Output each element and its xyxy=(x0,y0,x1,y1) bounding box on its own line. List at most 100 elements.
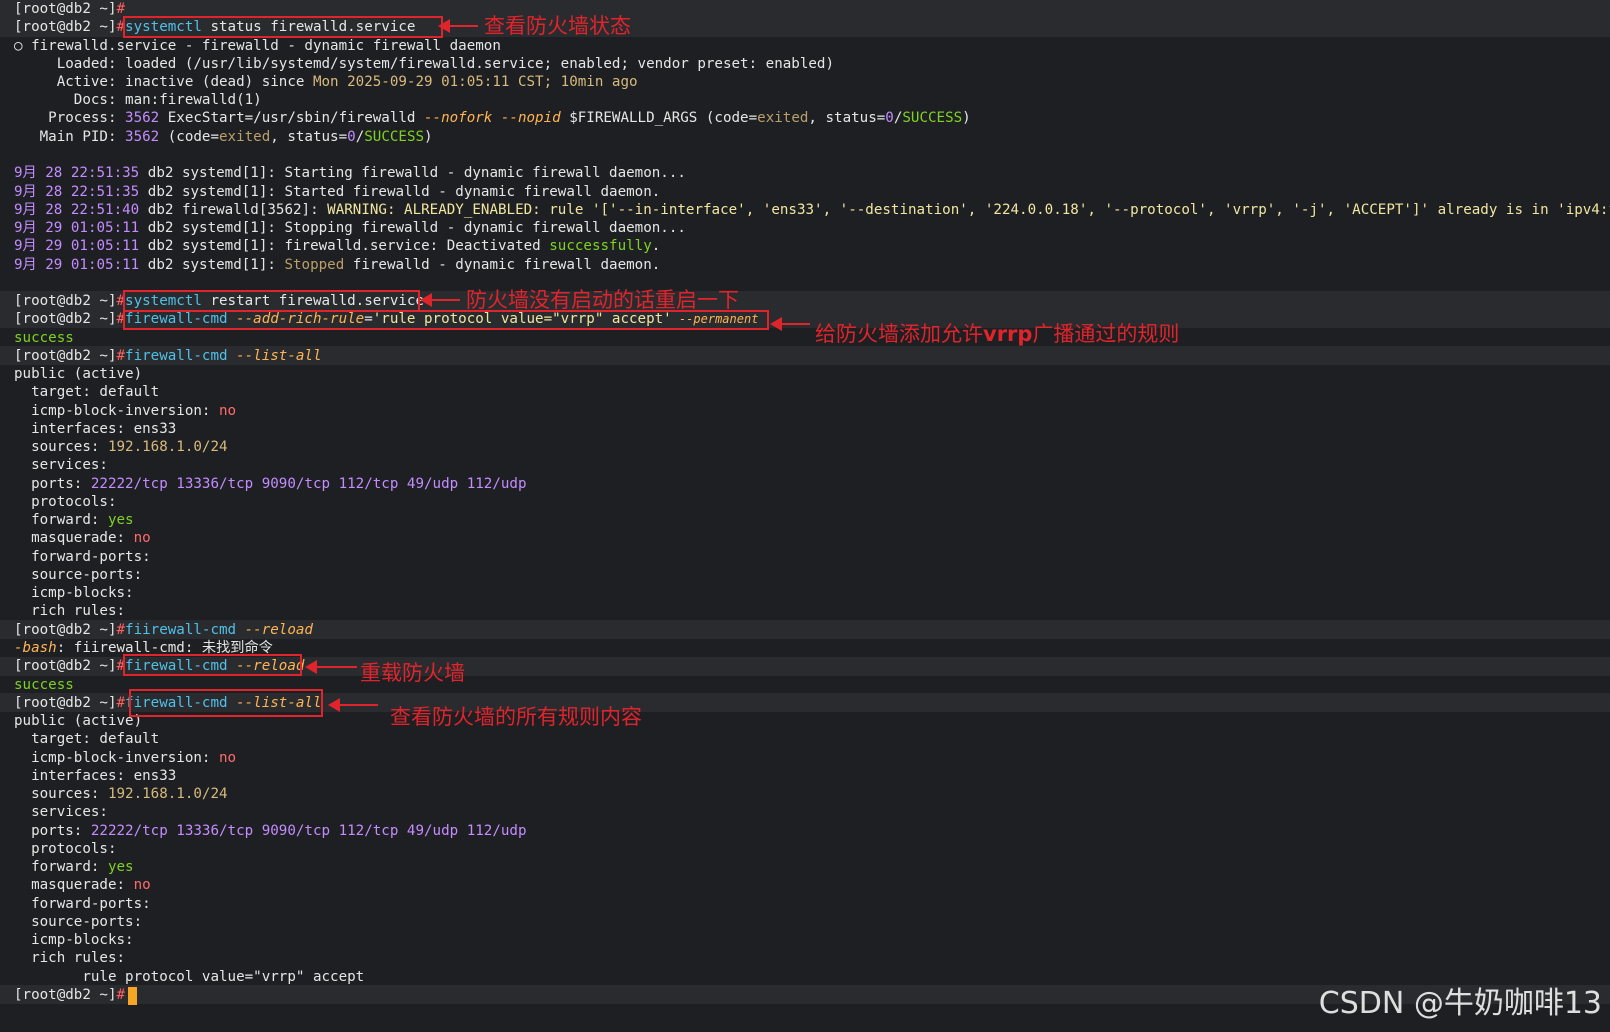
annotation-reload: 重载防火墙 xyxy=(360,661,465,685)
journal-stopped: Stopped xyxy=(284,257,345,273)
prompt: [root@db2 ~] xyxy=(14,622,117,638)
zone-sources: sources: 192.168.1.0/24 xyxy=(14,438,228,457)
ports-list: 22222/tcp 13336/tcp 9090/tcp 112/tcp 49/… xyxy=(90,476,527,492)
journal-text: firewalld - dynamic firewall daemon. xyxy=(344,257,661,273)
text-cursor[interactable] xyxy=(128,987,137,1005)
zone-services: services: xyxy=(14,457,108,473)
text: Main PID: xyxy=(14,129,126,145)
prompt-hash: # xyxy=(116,695,126,711)
highlight-box xyxy=(123,290,420,312)
status-code: 0 xyxy=(347,129,356,145)
status-mainpid: Main PID: 3562 (code=exited, status=0/SU… xyxy=(14,128,433,147)
watermark: CSDN @牛奶咖啡13 xyxy=(1318,986,1602,1021)
text: forward: xyxy=(14,512,108,528)
zone-protocols: protocols: xyxy=(14,494,117,510)
pid: 3562 xyxy=(125,110,160,126)
prompt: [root@db2 ~] xyxy=(14,695,117,711)
zone-masquerade: masquerade: no xyxy=(14,876,151,895)
status-success: SUCCESS xyxy=(364,129,425,145)
annotation-text: 广播通过的规则 xyxy=(1032,322,1180,346)
source-cidr: 192.168.1.0/24 xyxy=(107,439,228,455)
zone-protocols: protocols: xyxy=(14,841,117,857)
status-active: Active: inactive (dead) since Mon 2025-0… xyxy=(14,73,638,92)
text: / xyxy=(355,129,365,145)
command-name: firewall-cmd xyxy=(125,348,228,364)
text: ports: xyxy=(14,823,91,839)
annotation-add-rule: 给防火墙添加允许vrrp广播通过的规则 xyxy=(815,322,1179,346)
journal-line: 9月 28 22:51:40 db2 firewalld[3562]: WARN… xyxy=(14,201,1610,220)
zone-source-ports: source-ports: xyxy=(14,567,143,583)
text: $FIREWALLD_ARGS (code= xyxy=(560,110,758,126)
prompt: [root@db2 ~] xyxy=(14,19,117,35)
ports-list: 22222/tcp 13336/tcp 9090/tcp 112/tcp 49/… xyxy=(90,823,527,839)
zone-forward: forward: yes xyxy=(14,858,134,877)
arrow-icon xyxy=(438,19,478,33)
arrow-icon xyxy=(420,293,460,307)
text: forward: xyxy=(14,859,108,875)
highlight-box xyxy=(129,689,323,717)
text: ports: xyxy=(14,476,91,492)
prompt-hash: # xyxy=(116,987,126,1003)
zone-icmp-blocks: icmp-blocks: xyxy=(14,585,134,601)
journal-text: . xyxy=(651,238,661,254)
value-yes: yes xyxy=(107,512,134,528)
journal-time: 9月 29 01:05:11 xyxy=(14,257,140,273)
status-active-time: Mon 2025-09-29 01:05:11 CST; 10min ago xyxy=(312,74,638,90)
journal-line: 9月 29 01:05:11 db2 systemd[1]: Stopped f… xyxy=(14,256,660,275)
text: , status= xyxy=(808,110,886,126)
status-active-label: Active: inactive (dead) since xyxy=(14,74,313,90)
status-docs: Docs: man:firewalld(1) xyxy=(14,92,262,108)
journal-text: db2 systemd[1]: xyxy=(139,257,285,273)
exit-code: exited xyxy=(219,129,271,145)
command-output-success: success xyxy=(14,330,74,346)
journal-time: 9月 29 01:05:11 xyxy=(14,220,140,236)
journal-line: 9月 29 01:05:11 db2 systemd[1]: firewalld… xyxy=(14,237,660,256)
annotation-check-status: 查看防火墙状态 xyxy=(484,14,631,38)
zone-forward-ports: forward-ports: xyxy=(14,549,151,565)
arrow-icon xyxy=(305,660,357,674)
journal-line: 9月 28 22:51:35 db2 systemd[1]: Starting … xyxy=(14,164,686,183)
text: ExecStart=/usr/sbin/firewalld xyxy=(159,110,425,126)
zone-ports: ports: 22222/tcp 13336/tcp 9090/tcp 112/… xyxy=(14,822,527,841)
zone-header: public (active) xyxy=(14,365,142,384)
text: (code= xyxy=(159,129,220,145)
text: masquerade: xyxy=(14,877,134,893)
zone-interfaces: interfaces: ens33 xyxy=(14,421,177,437)
zone-header: public (active) xyxy=(14,712,142,731)
status-code: 0 xyxy=(885,110,894,126)
prompt: [root@db2 ~] xyxy=(14,293,117,309)
value-no: no xyxy=(133,530,151,546)
zone-sources: sources: 192.168.1.0/24 xyxy=(14,785,228,804)
terminal-line: [root@db2 ~]# xyxy=(14,986,125,1005)
zone-rich-rules: rich rules: xyxy=(14,603,126,619)
terminal-line: [root@db2 ~]# xyxy=(14,0,125,19)
text: ) xyxy=(424,129,433,145)
text: Process: xyxy=(14,110,126,126)
journal-time: 9月 28 22:51:35 xyxy=(14,184,140,200)
source-cidr: 192.168.1.0/24 xyxy=(107,786,228,802)
zone-forward-ports: forward-ports: xyxy=(14,896,151,912)
zone-target: target: default xyxy=(14,731,160,747)
arrow-icon xyxy=(328,698,378,712)
prompt: [root@db2 ~] xyxy=(14,348,117,364)
shell-name: -bash xyxy=(14,640,57,656)
journal-text: db2 systemd[1]: Starting firewalld - dyn… xyxy=(139,165,686,181)
zone-icmp-blocks: icmp-blocks: xyxy=(14,932,134,948)
option: --nofork --nopid xyxy=(424,110,561,126)
command-option: --list-all xyxy=(227,348,322,364)
zone-icmp-inversion: icmp-block-inversion: no xyxy=(14,749,236,768)
journal-time: 9月 29 01:05:11 xyxy=(14,238,140,254)
annotation-text: 给防火墙添加允许 xyxy=(815,322,983,346)
terminal-line: [root@db2 ~]#firewall-cmd --list-all xyxy=(14,347,322,366)
command-name: fiirewall-cmd xyxy=(125,622,237,638)
zone-forward: forward: yes xyxy=(14,511,134,530)
text: sources: xyxy=(14,786,108,802)
journal-text: db2 systemd[1]: Started firewalld - dyna… xyxy=(139,184,661,200)
status-success: SUCCESS xyxy=(902,110,963,126)
value-no: no xyxy=(219,403,237,419)
highlight-box xyxy=(123,654,302,676)
status-loaded: Loaded: loaded (/usr/lib/systemd/system/… xyxy=(14,56,834,72)
terminal-window[interactable]: [root@db2 ~]# [root@db2 ~]#systemctl sta… xyxy=(0,0,1610,1032)
zone-name: public xyxy=(14,366,66,382)
value-yes: yes xyxy=(107,859,134,875)
